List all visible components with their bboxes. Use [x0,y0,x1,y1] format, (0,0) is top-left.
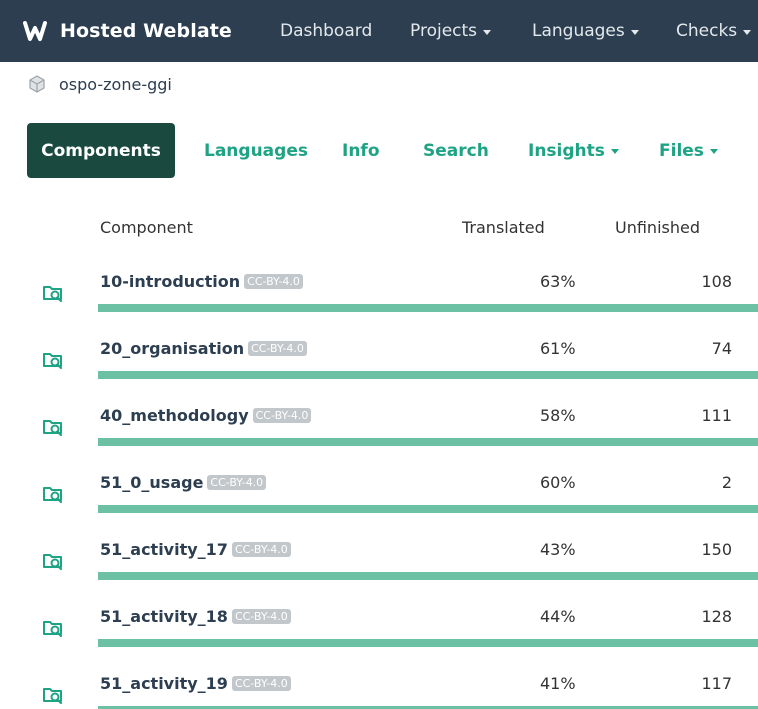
tab-search-label: Search [423,140,489,161]
folder-search-icon[interactable] [42,349,64,371]
caret-down-icon [630,29,639,35]
folder-search-icon[interactable] [42,282,64,304]
unfinished-count[interactable]: 74 [712,339,732,358]
component-name-link[interactable]: 51_0_usage [100,473,203,492]
nav-checks-dropdown[interactable]: Checks [676,0,752,62]
tab-info-label: Info [342,140,380,161]
table-row: 51_activity_19 CC-BY-4.0 41% 117 [0,664,758,709]
nav-checks-label: Checks [676,21,738,41]
translation-progress-bar [98,572,758,580]
component-name-link[interactable]: 40_methodology [100,406,249,425]
license-badge: CC-BY-4.0 [231,609,291,624]
license-badge: CC-BY-4.0 [244,274,303,289]
tab-info[interactable]: Info [342,123,380,178]
component-cell: 20_organisation CC-BY-4.0 [100,339,307,358]
brand-link[interactable]: Hosted Weblate [22,0,232,62]
folder-search-icon[interactable] [42,684,64,706]
column-header-translated[interactable]: Translated [462,218,545,237]
translated-percent[interactable]: 61% [540,339,576,358]
tab-files-label: Files [659,140,704,161]
component-cell: 10-introduction CC-BY-4.0 [100,272,303,291]
translation-progress-bar [98,438,758,446]
license-badge: CC-BY-4.0 [207,475,267,490]
tab-insights-dropdown[interactable]: Insights [528,123,619,178]
nav-projects-dropdown[interactable]: Projects [410,0,492,62]
unfinished-count[interactable]: 111 [701,406,732,425]
caret-down-icon [709,149,718,154]
translated-percent[interactable]: 43% [540,540,576,559]
caret-down-icon [483,29,492,35]
folder-search-icon[interactable] [42,617,64,639]
tab-components-label: Components [41,140,161,161]
translation-progress-bar [98,639,758,647]
unfinished-count[interactable]: 108 [701,272,732,291]
package-icon [29,75,45,93]
table-row: 51_0_usage CC-BY-4.0 60% 2 [0,463,758,530]
nav-projects-label: Projects [410,21,478,41]
license-badge: CC-BY-4.0 [231,542,291,557]
breadcrumb-project-link[interactable]: ospo-zone-ggi [59,75,172,94]
component-cell: 51_0_usage CC-BY-4.0 [100,473,267,492]
component-name-link[interactable]: 20_organisation [100,339,244,358]
translated-percent[interactable]: 60% [540,473,576,492]
unfinished-count[interactable]: 2 [722,473,732,492]
unfinished-count[interactable]: 117 [701,674,732,693]
translation-progress-bar [98,371,758,379]
brand-name: Hosted Weblate [60,20,232,42]
tab-languages[interactable]: Languages [204,123,308,178]
component-name-link[interactable]: 51_activity_17 [100,540,228,559]
component-name-link[interactable]: 51_activity_19 [100,674,228,693]
caret-down-icon [610,149,619,154]
table-row: 20_organisation CC-BY-4.0 61% 74 [0,329,758,396]
table-row: 51_activity_17 CC-BY-4.0 43% 150 [0,530,758,597]
breadcrumb: ospo-zone-ggi [27,74,172,94]
component-cell: 51_activity_19 CC-BY-4.0 [100,674,291,693]
table-row: 10-introduction CC-BY-4.0 63% 108 [0,262,758,329]
caret-down-icon [743,29,752,35]
component-cell: 51_activity_18 CC-BY-4.0 [100,607,291,626]
tab-files-dropdown[interactable]: Files [659,123,718,178]
table-row: 51_activity_18 CC-BY-4.0 44% 128 [0,597,758,664]
translated-percent[interactable]: 63% [540,272,576,291]
top-navbar: Hosted Weblate Dashboard Projects Langua… [0,0,758,62]
tab-search[interactable]: Search [423,123,489,178]
component-cell: 40_methodology CC-BY-4.0 [100,406,312,425]
translated-percent[interactable]: 44% [540,607,576,626]
tab-insights-label: Insights [528,140,605,161]
component-name-link[interactable]: 51_activity_18 [100,607,228,626]
nav-dashboard[interactable]: Dashboard [280,0,372,62]
folder-search-icon[interactable] [42,550,64,572]
translation-progress-bar [98,505,758,513]
nav-languages-label: Languages [532,21,625,41]
weblate-logo-icon [23,21,47,41]
translation-progress-bar [98,304,758,312]
column-header-unfinished[interactable]: Unfinished [615,218,700,237]
unfinished-count[interactable]: 128 [701,607,732,626]
nav-languages-dropdown[interactable]: Languages [532,0,639,62]
component-cell: 51_activity_17 CC-BY-4.0 [100,540,291,559]
tab-languages-label: Languages [204,140,308,161]
nav-dashboard-label: Dashboard [280,21,373,41]
license-badge: CC-BY-4.0 [252,408,312,423]
unfinished-count[interactable]: 150 [701,540,732,559]
folder-search-icon[interactable] [42,416,64,438]
column-header-component[interactable]: Component [100,218,193,237]
folder-search-icon[interactable] [42,483,64,505]
table-row: 40_methodology CC-BY-4.0 58% 111 [0,396,758,463]
component-name-link[interactable]: 10-introduction [100,272,240,291]
license-badge: CC-BY-4.0 [248,341,307,356]
translated-percent[interactable]: 58% [540,406,576,425]
license-badge: CC-BY-4.0 [231,676,291,691]
tab-components[interactable]: Components [27,123,175,178]
translated-percent[interactable]: 41% [540,674,576,693]
